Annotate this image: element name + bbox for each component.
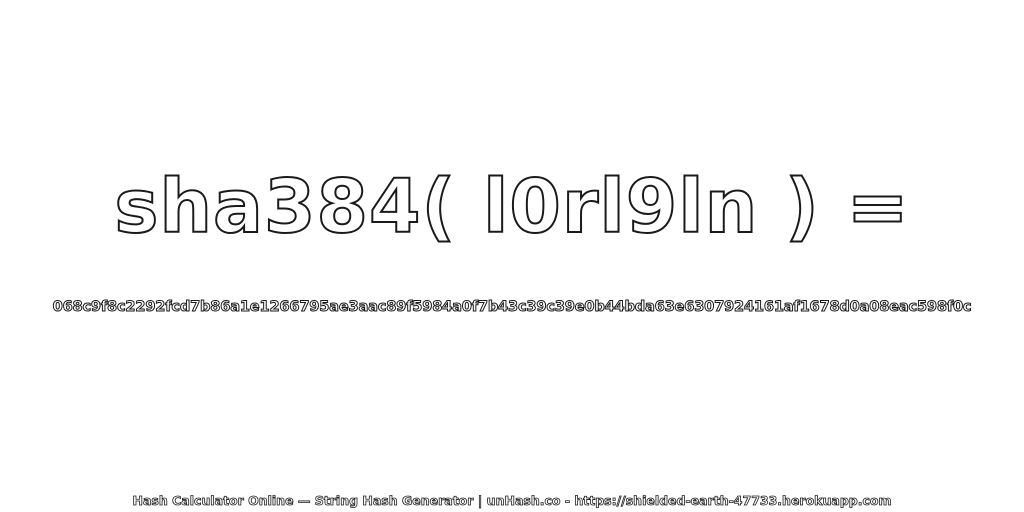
- site-footer-caption: Hash Calculator Online — String Hash Gen…: [132, 493, 892, 508]
- hash-expression-title: sha384( l0rl9ln ) =: [113, 164, 910, 250]
- hash-output-value: 068c9f8c2292fcd7b86a1e1266795ae3aac89f59…: [52, 298, 972, 315]
- canvas: sha384( l0rl9ln ) = 068c9f8c2292fcd7b86a…: [0, 0, 1024, 512]
